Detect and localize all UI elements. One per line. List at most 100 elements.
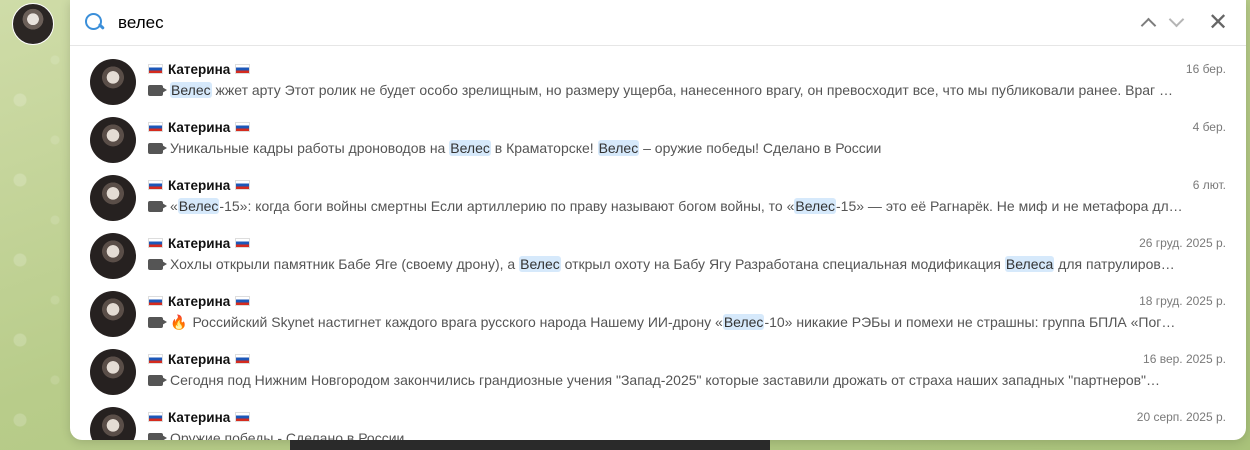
message-date: 26 груд. 2025 р.: [1139, 236, 1226, 250]
russia-flag-icon: [235, 296, 251, 306]
avatar: [90, 175, 136, 221]
russia-flag-icon: [148, 354, 163, 364]
snippet-text: -10» никакие РЭБы и помехи не страшны: г…: [764, 314, 1176, 330]
message-preview: «Велес-15»: когда боги войны смертны Есл…: [148, 195, 1226, 217]
search-highlight: Велес: [794, 198, 837, 214]
russia-flag-icon: [235, 354, 251, 364]
result-body: Катерина 20 серп. 2025 р. Оружие победы - …: [148, 407, 1226, 440]
avatar: [90, 117, 136, 163]
russia-flag-icon: [148, 122, 163, 132]
result-body: Катерина 18 груд. 2025 р. 🔥 Российский Skyn…: [148, 291, 1226, 333]
search-result-item[interactable]: Катерина 6 лют. «Велес-15»: когда боги вой…: [70, 171, 1246, 229]
search-result-item[interactable]: Катерина 16 вер. 2025 р. Сегодня под Нижни…: [70, 345, 1246, 403]
video-camera-icon: [148, 200, 167, 212]
result-header: Катерина 16 бер.: [148, 59, 1226, 79]
next-result-button[interactable]: [1162, 9, 1190, 37]
message-preview: Хохлы открыли памятник Бабе Яге (своему …: [148, 253, 1226, 275]
snippet-text: Оружие победы - Сделано в России: [170, 430, 405, 440]
search-highlight: Велес: [449, 140, 491, 156]
russia-flag-icon: [235, 64, 251, 74]
previous-result-button[interactable]: [1134, 9, 1162, 37]
search-result-item[interactable]: Катерина 16 бер. Велес жжет арту Этот роли…: [70, 55, 1246, 113]
message-snippet: Уникальные кадры работы дроноводов на Ве…: [170, 140, 881, 156]
result-header: Катерина 16 вер. 2025 р.: [148, 349, 1226, 369]
message-date: 18 груд. 2025 р.: [1139, 294, 1226, 308]
video-camera-icon: [148, 258, 167, 270]
avatar: [90, 349, 136, 395]
snippet-text: Хохлы открыли памятник Бабе Яге (своему …: [170, 256, 520, 272]
snippet-text: -15» — это её Рагнарёк. Не миф и не мета…: [836, 198, 1183, 214]
media-preview-strip: [290, 440, 770, 450]
search-highlight: Велес: [722, 314, 765, 330]
russia-flag-icon: [235, 238, 251, 248]
snippet-text: открыл охоту на Бабу Ягу Разработана спе…: [560, 256, 1005, 272]
message-date: 20 серп. 2025 р.: [1136, 410, 1226, 424]
chevron-down-icon: [1168, 11, 1184, 28]
results-list: Катерина 16 бер. Велес жжет арту Этот роли…: [70, 46, 1246, 440]
search-bar: ✕: [70, 0, 1246, 46]
video-camera-icon: [148, 84, 167, 96]
fire-emoji-icon: 🔥: [170, 313, 188, 330]
close-search-button[interactable]: ✕: [1204, 9, 1232, 37]
search-result-item[interactable]: Катерина 18 груд. 2025 р. 🔥 Российский Skyn…: [70, 287, 1246, 345]
video-camera-icon: [148, 432, 167, 440]
result-header: Катерина 20 серп. 2025 р.: [148, 407, 1226, 427]
russia-flag-icon: [148, 180, 163, 190]
message-date: 16 вер. 2025 р.: [1143, 352, 1226, 366]
russia-flag-icon: [235, 180, 251, 190]
sender-name: Катерина: [148, 62, 255, 77]
avatar: [90, 291, 136, 337]
search-highlight: Велес: [177, 198, 220, 214]
result-body: Катерина 6 лют. «Велес-15»: когда боги вой…: [148, 175, 1226, 217]
message-date: 4 бер.: [1192, 120, 1226, 134]
chat-avatar[interactable]: [12, 3, 54, 45]
message-preview: Сегодня под Нижним Новгородом закончилис…: [148, 369, 1226, 391]
message-snippet: Велес жжет арту Этот ролик не будет особ…: [170, 82, 1173, 98]
sender-name: Катерина: [148, 120, 255, 135]
snippet-text: Уникальные кадры работы дроноводов на: [170, 140, 450, 156]
message-snippet: Оружие победы - Сделано в России: [170, 430, 404, 440]
result-body: Катерина 4 бер. Уникальные кадры работы др…: [148, 117, 1226, 159]
sender-name-text: Катерина: [168, 119, 231, 135]
sender-name-text: Катерина: [168, 351, 231, 367]
search-result-item[interactable]: Катерина 20 серп. 2025 р. Оружие победы - …: [70, 403, 1246, 440]
message-snippet: «Велес-15»: когда боги войны смертны Есл…: [170, 198, 1183, 214]
video-camera-icon: [148, 374, 167, 386]
message-preview: Оружие победы - Сделано в России: [148, 427, 1226, 440]
search-icon: [84, 12, 106, 34]
avatar: [90, 233, 136, 279]
search-results-panel: ✕ Катерина 16 бер. Велес жжет арту Этот ро…: [70, 0, 1246, 440]
snippet-text: Сегодня под Нижним Новгородом закончилис…: [170, 372, 1161, 388]
snippet-text: -15»: когда боги войны смертны Если арти…: [219, 198, 795, 214]
search-input[interactable]: [118, 12, 1134, 33]
message-date: 6 лют.: [1192, 178, 1226, 192]
sender-name-text: Катерина: [168, 409, 231, 425]
search-result-item[interactable]: Катерина 26 груд. 2025 р. Хохлы открыли па…: [70, 229, 1246, 287]
message-snippet: Российский Skynet настигнет каждого враг…: [192, 314, 1175, 330]
snippet-text: жжет арту Этот ролик не будет особо зрел…: [211, 82, 1174, 98]
sender-name: Катерина: [148, 236, 255, 251]
sender-name: Катерина: [148, 294, 255, 309]
search-highlight: Велес: [597, 140, 640, 156]
avatar: [90, 407, 136, 440]
message-preview: Велес жжет арту Этот ролик не будет особ…: [148, 79, 1226, 101]
sender-name: Катерина: [148, 410, 255, 425]
result-body: Катерина 26 груд. 2025 р. Хохлы открыли па…: [148, 233, 1226, 275]
sender-name-text: Катерина: [168, 293, 231, 309]
message-snippet: Хохлы открыли памятник Бабе Яге (своему …: [170, 256, 1175, 272]
snippet-text: «: [170, 198, 178, 214]
snippet-text: Российский Skynet настигнет каждого враг…: [192, 314, 723, 330]
close-icon: ✕: [1207, 9, 1229, 36]
russia-flag-icon: [148, 296, 163, 306]
russia-flag-icon: [235, 412, 251, 422]
message-date: 16 бер.: [1185, 62, 1226, 76]
result-header: Катерина 6 лют.: [148, 175, 1226, 195]
message-preview: 🔥 Российский Skynet настигнет каждого вра…: [148, 311, 1226, 333]
result-header: Катерина 26 груд. 2025 р.: [148, 233, 1226, 253]
result-body: Катерина 16 вер. 2025 р. Сегодня под Нижни…: [148, 349, 1226, 391]
chevron-up-icon: [1140, 17, 1156, 34]
russia-flag-icon: [235, 122, 251, 132]
result-header: Катерина 4 бер.: [148, 117, 1226, 137]
sender-name-text: Катерина: [168, 235, 231, 251]
search-result-item[interactable]: Катерина 4 бер. Уникальные кадры работы др…: [70, 113, 1246, 171]
